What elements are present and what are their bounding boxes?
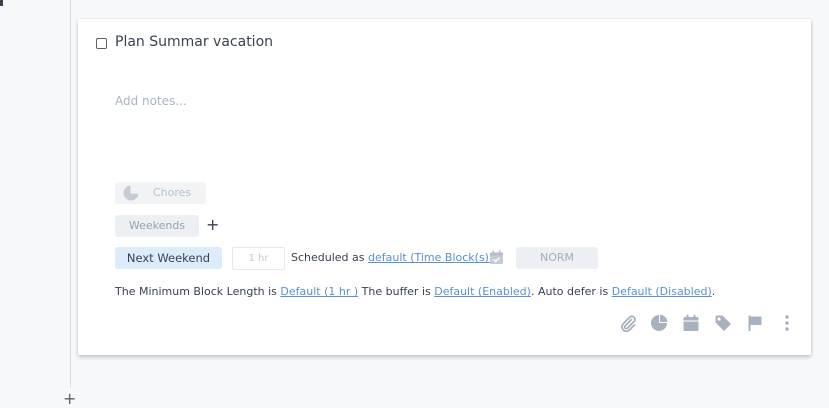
block-settings-text: The Minimum Block Length is Default (1 h…	[115, 285, 715, 298]
add-task-button[interactable]: +	[63, 391, 76, 407]
project-chip[interactable]: Chores	[115, 182, 206, 204]
project-label: Chores	[153, 186, 192, 199]
paperclip-icon[interactable]	[619, 314, 637, 332]
add-tag-button[interactable]: +	[206, 216, 219, 234]
buffer-link[interactable]: Default (Enabled)	[434, 285, 531, 298]
notes-input[interactable]: Add notes...	[115, 94, 187, 108]
autodefer-prefix: . Auto defer is	[530, 285, 612, 298]
flag-icon[interactable]	[746, 314, 764, 332]
buffer-prefix: The buffer is	[358, 285, 435, 298]
scheduled-prefix: Scheduled as	[291, 251, 368, 264]
duration-input[interactable]: 1 hr	[232, 247, 285, 270]
tag-icon[interactable]	[714, 314, 732, 332]
pie-chart-icon	[123, 185, 139, 201]
when-chip[interactable]: Next Weekend	[115, 247, 222, 269]
scheduled-type-link[interactable]: default (Time Block(s))	[368, 251, 493, 264]
calendar-icon[interactable]	[682, 314, 700, 332]
task-title[interactable]: Plan Summar vacation	[115, 34, 273, 50]
tag-chip-weekends[interactable]: Weekends	[115, 215, 199, 237]
min-block-prefix: The Minimum Block Length is	[115, 285, 281, 298]
timeline-divider	[70, 0, 71, 388]
calendar-check-icon[interactable]	[489, 250, 504, 265]
settings-suffix: .	[711, 285, 716, 298]
more-vertical-icon[interactable]	[778, 314, 796, 332]
pie-chart-icon[interactable]	[650, 314, 668, 332]
min-block-link[interactable]: Default (1 hr )	[280, 285, 358, 298]
scheduled-text: Scheduled as default (Time Block(s))	[291, 251, 493, 264]
task-complete-checkbox[interactable]	[96, 38, 107, 49]
left-edge-marker	[0, 0, 3, 6]
autodefer-link[interactable]: Default (Disabled)	[612, 285, 712, 298]
priority-chip[interactable]: NORM	[516, 247, 598, 269]
task-card: Plan Summar vacation Add notes... Chores…	[78, 19, 811, 355]
